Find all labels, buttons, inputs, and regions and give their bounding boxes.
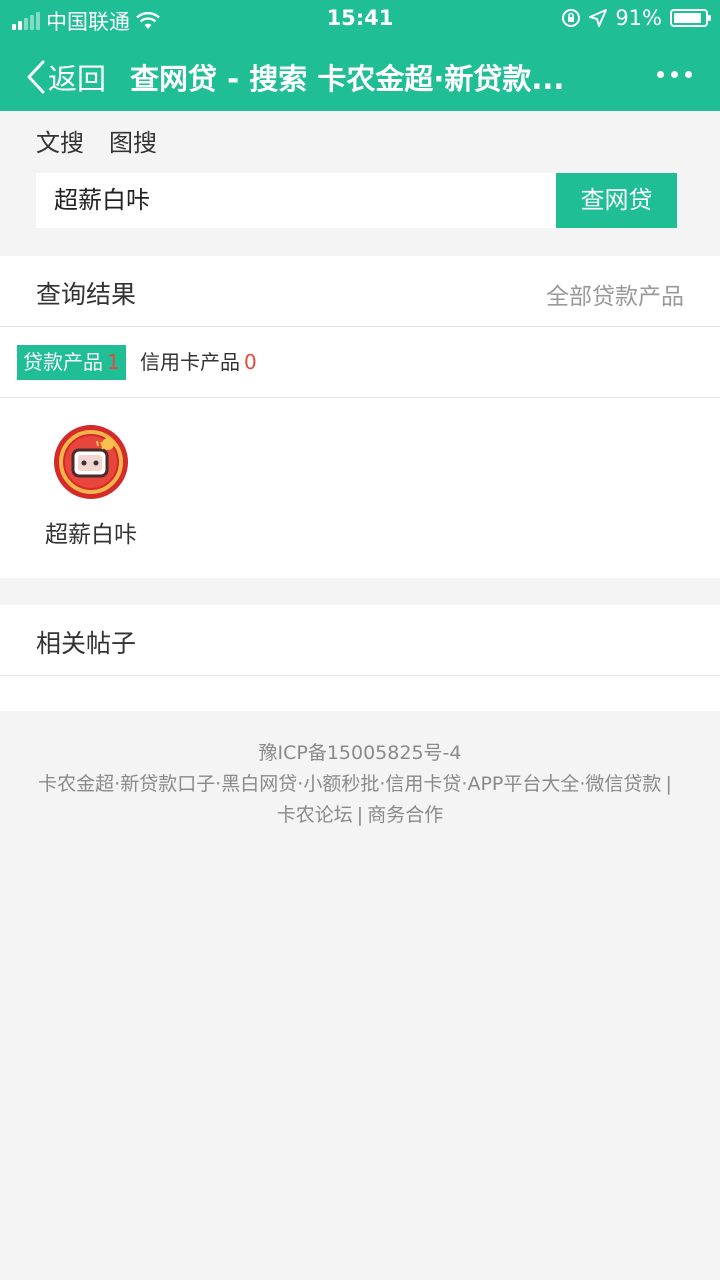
footer-link-business[interactable]: 商务合作 bbox=[367, 804, 443, 826]
page-title: 查网贷 - 搜索 卡农金超·新贷款... bbox=[130, 62, 565, 96]
status-bar: 中国联通 15:41 91% bbox=[0, 0, 720, 38]
footer-link[interactable]: 新贷款口子 bbox=[120, 773, 215, 795]
chevron-left-icon bbox=[27, 60, 45, 94]
battery-icon bbox=[670, 9, 711, 27]
rotation-lock-icon bbox=[562, 9, 581, 27]
footer-link[interactable]: 小额秒批 bbox=[303, 773, 379, 795]
related-posts-panel: 相关帖子 bbox=[0, 605, 720, 711]
footer-link-forum[interactable]: 卡农论坛 bbox=[277, 804, 353, 826]
filter-count: 0 bbox=[244, 350, 257, 374]
top-bar: 中国联通 15:41 91% 返回 查网贷 - 搜索 卡农金超·新贷款... bbox=[0, 0, 720, 111]
separator-bar: | bbox=[356, 804, 364, 826]
icp-number: 豫ICP备15005825号-4 bbox=[258, 742, 462, 764]
footer: 豫ICP备15005825号-4 卡农金超·新贷款口子·黑白网贷·小额秒批·信用… bbox=[0, 738, 720, 831]
search-button[interactable]: 查网贷 bbox=[556, 173, 677, 228]
tab-text-search[interactable]: 文搜 bbox=[36, 123, 84, 158]
more-dot-icon bbox=[671, 71, 678, 78]
filter-label: 贷款产品 bbox=[23, 350, 103, 374]
footer-link[interactable]: 卡农金超 bbox=[38, 773, 114, 795]
footer-link[interactable]: 微信贷款 bbox=[585, 773, 661, 795]
footer-links: 卡农金超·新贷款口子·黑白网贷·小额秒批·信用卡贷·APP平台大全·微信贷款 | bbox=[0, 769, 720, 800]
nav-bar: 返回 查网贷 - 搜索 卡农金超·新贷款... bbox=[0, 38, 720, 111]
footer-link[interactable]: APP平台大全 bbox=[467, 773, 579, 795]
footer-bottom-links: 卡农论坛 | 商务合作 bbox=[0, 800, 720, 831]
back-label: 返回 bbox=[48, 62, 107, 96]
search-section: 文搜 图搜 超薪白咔 查网贷 bbox=[0, 111, 720, 255]
status-right: 91% bbox=[561, 6, 711, 30]
location-arrow-icon bbox=[589, 9, 608, 27]
product-item[interactable]: 超薪白咔 bbox=[32, 424, 150, 549]
filter-row: 贷款产品 1 信用卡产品 0 bbox=[0, 327, 720, 398]
footer-link[interactable]: 黑白网贷 bbox=[221, 773, 297, 795]
filter-label: 信用卡产品 bbox=[140, 350, 240, 374]
back-button[interactable]: 返回 bbox=[26, 56, 106, 98]
more-button[interactable] bbox=[657, 71, 692, 78]
search-tabs: 文搜 图搜 bbox=[36, 123, 157, 158]
filter-loan-products[interactable]: 贷款产品 1 bbox=[17, 345, 126, 380]
tab-image-search[interactable]: 图搜 bbox=[109, 123, 157, 158]
results-header: 查询结果 全部贷款产品 bbox=[0, 256, 720, 327]
related-posts-header: 相关帖子 bbox=[0, 605, 720, 676]
more-dot-icon bbox=[657, 71, 664, 78]
all-products-link[interactable]: 全部贷款产品 bbox=[546, 277, 684, 311]
search-input[interactable]: 超薪白咔 bbox=[36, 173, 556, 228]
filter-count: 1 bbox=[107, 350, 120, 374]
related-posts-title: 相关帖子 bbox=[36, 629, 137, 658]
filter-credit-card-products[interactable]: 信用卡产品 0 bbox=[134, 345, 263, 380]
more-dot-icon bbox=[685, 71, 692, 78]
separator-bar: | bbox=[665, 773, 672, 795]
footer-link[interactable]: 信用卡贷 bbox=[385, 773, 461, 795]
results-title: 查询结果 bbox=[36, 280, 137, 309]
product-name: 超薪白咔 bbox=[45, 522, 137, 548]
battery-percent: 91% bbox=[615, 6, 662, 30]
product-logo-icon bbox=[54, 425, 128, 499]
results-panel: 查询结果 全部贷款产品 贷款产品 1 信用卡产品 0 超薪白咔 bbox=[0, 256, 720, 578]
